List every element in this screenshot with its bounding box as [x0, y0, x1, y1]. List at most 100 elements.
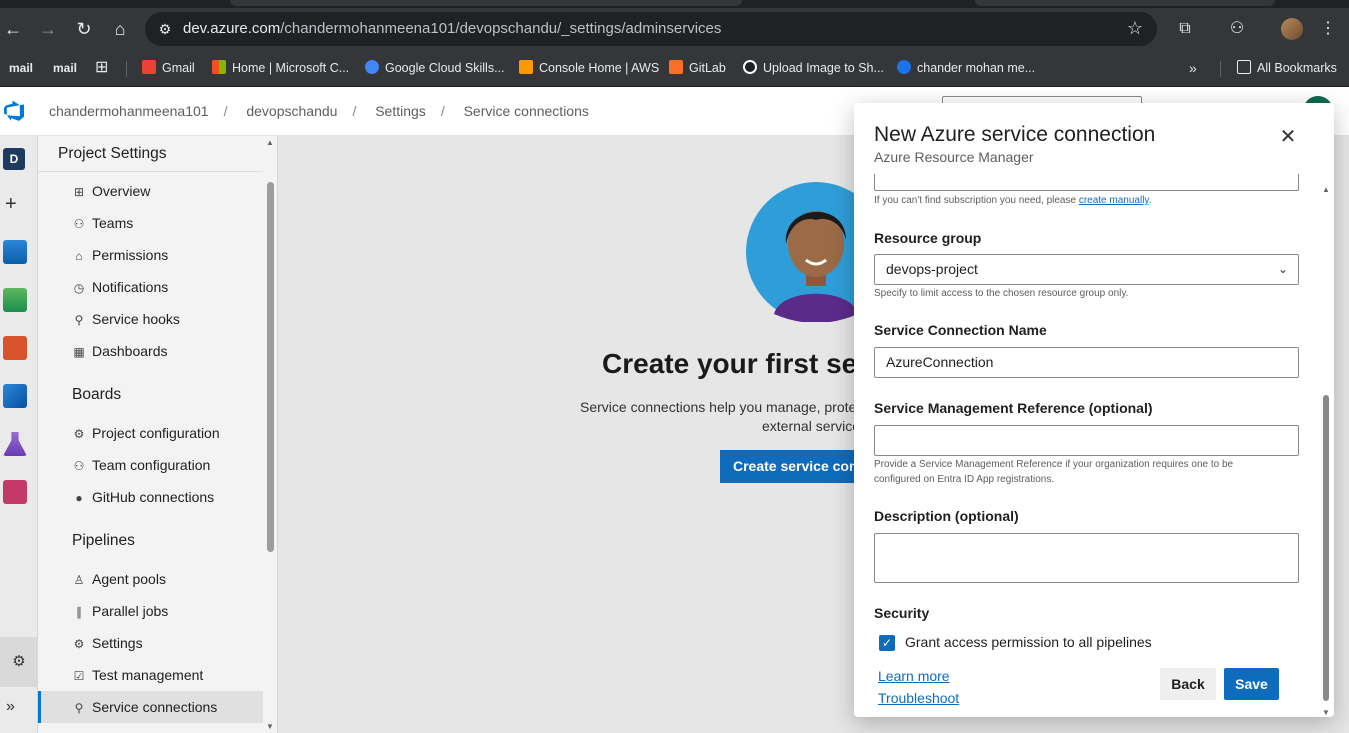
smr-hint-line2: configured on Entra ID App registrations… [874, 474, 1055, 485]
bookmark-gmail[interactable]: Gmail [142, 58, 195, 78]
empty-state-description-line2: external service [762, 418, 861, 434]
all-bookmarks[interactable]: All Bookmarks [1237, 58, 1337, 78]
resource-group-label: Resource group [874, 230, 982, 246]
sidebar-item-overview[interactable]: ⊞ Overview [72, 175, 263, 207]
scroll-up-icon[interactable]: ▲ [266, 138, 274, 147]
sidebar-item-team-configuration[interactable]: ⚇ Team configuration [72, 449, 263, 481]
resource-group-dropdown[interactable]: devops-project ⌄ [874, 254, 1299, 285]
sidebar-item-permissions[interactable]: ⌂ Permissions [72, 239, 263, 271]
sidebar-item-service-hooks[interactable]: ⚲ Service hooks [72, 303, 263, 335]
back-button[interactable]: Back [1160, 668, 1216, 700]
lock-icon: ⌂ [75, 249, 83, 263]
gear-icon: ⚙ [73, 637, 85, 651]
sidebar-item-parallel-jobs[interactable]: ∥ Parallel jobs [72, 595, 263, 627]
overview-icon[interactable] [3, 240, 27, 264]
pipelines-icon[interactable] [3, 384, 27, 408]
back-arrow-icon[interactable]: ← [1, 17, 25, 41]
description-textarea[interactable] [874, 533, 1299, 583]
sidebar-item-settings[interactable]: ⚙ Settings [72, 627, 263, 659]
troubleshoot-link[interactable]: Troubleshoot [878, 690, 959, 706]
add-icon[interactable]: + [5, 193, 17, 216]
forward-arrow-icon[interactable]: → [36, 17, 60, 41]
boards-icon[interactable] [3, 288, 27, 312]
team-config-icon: ⚇ [73, 459, 85, 473]
bookmark-gitlab[interactable]: GitLab [669, 58, 726, 78]
sidebar-item-project-configuration[interactable]: ⚙ Project configuration [72, 417, 263, 449]
breadcrumb-separator: / [440, 103, 445, 119]
sidebar-title: Project Settings [58, 145, 167, 162]
sidebar-item-label: Teams [92, 215, 134, 231]
kebab-menu-icon[interactable]: ⋮ [1317, 18, 1339, 40]
service-management-reference-input[interactable] [874, 425, 1299, 456]
description-label: Description (optional) [874, 508, 1019, 524]
breadcrumb-org[interactable]: chandermohanmeena101 [49, 103, 209, 119]
sidebar-item-dashboards[interactable]: ▦ Dashboards [72, 335, 263, 367]
incognito-icon[interactable]: ⚇ [1226, 18, 1248, 40]
scroll-up-icon[interactable]: ▲ [1322, 185, 1330, 194]
breadcrumb-settings[interactable]: Settings [375, 103, 426, 119]
bookmark-mail[interactable]: mail [47, 59, 84, 77]
left-rail: D + ⚙ » [0, 136, 38, 733]
gmail-icon [142, 60, 156, 74]
browser-tab[interactable] [230, 0, 742, 6]
project-settings-gear-icon[interactable]: ⚙ [0, 637, 38, 687]
grant-access-label[interactable]: Grant access permission to all pipelines [905, 634, 1152, 650]
service-management-reference-label: Service Management Reference (optional) [874, 400, 1153, 416]
dashboard-icon: ▦ [73, 345, 85, 359]
bookmark-separator [126, 61, 127, 77]
more-bookmarks-icon[interactable]: » [1189, 58, 1197, 78]
bookmark-aws[interactable]: Console Home | AWS [519, 58, 659, 78]
expand-rail-icon[interactable]: » [6, 698, 15, 716]
bookmark-label: chander mohan me... [917, 61, 1036, 75]
bookmark-star-icon[interactable]: ☆ [1127, 18, 1143, 39]
close-icon[interactable]: ✕ [1278, 127, 1298, 147]
home-icon[interactable]: ⌂ [108, 17, 132, 41]
save-button[interactable]: Save [1224, 668, 1279, 700]
azure-devops-logo-icon[interactable] [2, 99, 26, 123]
apps-grid-icon[interactable]: ⊞ [95, 58, 108, 78]
sidebar-item-service-connections[interactable]: ⚲ Service connections [38, 691, 263, 723]
subscription-dropdown[interactable] [874, 174, 1299, 191]
sidebar-item-test-management[interactable]: ☑ Test management [72, 659, 263, 691]
security-label: Security [874, 605, 930, 621]
sidebar-item-label: Test management [92, 667, 204, 683]
sidebar-item-agent-pools[interactable]: ♙ Agent pools [72, 563, 263, 595]
panel-scrollbar[interactable]: ▲ ▼ [1320, 183, 1332, 717]
reload-icon[interactable]: ↻ [72, 17, 96, 41]
new-service-connection-panel: New Azure service connection Azure Resou… [854, 103, 1334, 717]
browser-toolbar: ← → ↻ ⌂ ⚙ dev.azure.com/chandermohanmeen… [0, 8, 1349, 50]
breadcrumb-service-connections[interactable]: Service connections [464, 103, 589, 119]
scrollbar-thumb[interactable] [267, 182, 274, 552]
artifacts-icon[interactable] [3, 480, 27, 504]
url-text[interactable]: dev.azure.com/chandermohanmeena101/devop… [183, 20, 721, 37]
breadcrumb-project[interactable]: devopschandu [246, 103, 337, 119]
scroll-down-icon[interactable]: ▼ [1322, 708, 1330, 717]
grant-access-checkbox[interactable]: ✓ [879, 635, 895, 651]
extensions-icon[interactable]: ⧉ [1174, 18, 1196, 40]
repos-icon[interactable] [3, 336, 27, 360]
site-settings-icon[interactable]: ⚙ [155, 19, 175, 39]
bookmark-mail[interactable]: mail [3, 59, 40, 77]
service-connection-name-input[interactable]: AzureConnection [874, 347, 1299, 378]
test-plans-icon[interactable] [3, 432, 27, 456]
browser-tab[interactable] [975, 0, 1275, 6]
create-manually-link[interactable]: create manually [1079, 195, 1149, 206]
project-badge[interactable]: D [3, 148, 25, 170]
learn-more-link[interactable]: Learn more [878, 668, 950, 684]
bookmark-upload-image[interactable]: Upload Image to Sh... [743, 58, 884, 78]
sidebar-item-github-connections[interactable]: ● GitHub connections [72, 481, 263, 513]
bookmark-microsoft[interactable]: Home | Microsoft C... [212, 58, 349, 78]
sidebar-scrollbar[interactable]: ▲ ▼ [266, 136, 276, 733]
empty-state-description: Service connections help you manage, pro… [580, 399, 857, 415]
service-connection-name-label: Service Connection Name [874, 322, 1047, 338]
scroll-down-icon[interactable]: ▼ [266, 722, 274, 731]
scrollbar-thumb[interactable] [1323, 395, 1329, 701]
sidebar-item-teams[interactable]: ⚇ Teams [72, 207, 263, 239]
bookmark-google-cloud[interactable]: Google Cloud Skills... [365, 58, 505, 78]
bookmark-label: GitLab [689, 61, 726, 75]
bookmark-chander[interactable]: chander mohan me... [897, 58, 1035, 78]
profile-avatar[interactable] [1281, 18, 1303, 40]
address-bar[interactable]: ⚙ dev.azure.com/chandermohanmeena101/dev… [145, 12, 1157, 46]
url-path: /chandermohanmeena101/devopschandu/_sett… [280, 20, 722, 37]
sidebar-item-notifications[interactable]: ◷ Notifications [72, 271, 263, 303]
